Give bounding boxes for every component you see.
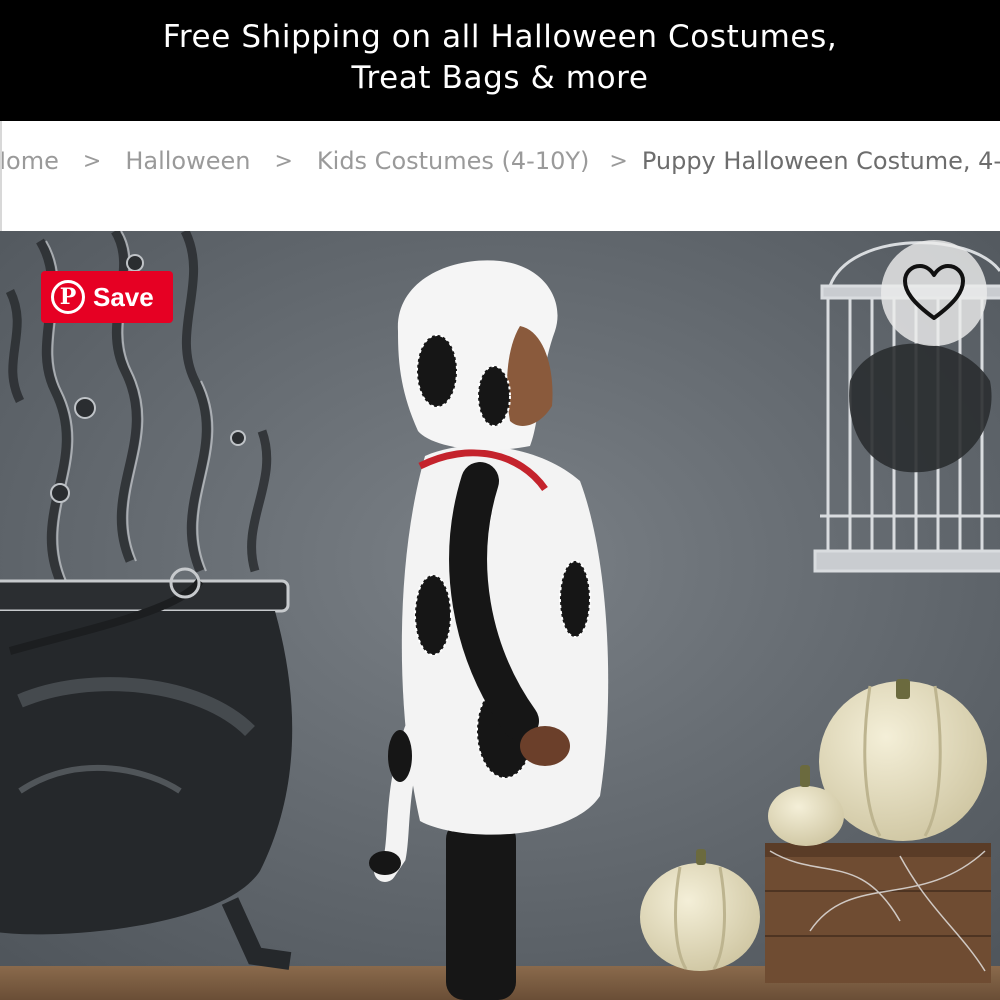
pinterest-save-button[interactable]: P Save bbox=[41, 271, 173, 323]
pinterest-icon: P bbox=[51, 280, 85, 314]
promo-line-1: Free Shipping on all Halloween Costumes, bbox=[162, 18, 838, 55]
wooden-crate bbox=[765, 843, 991, 983]
breadcrumb-current-product: Puppy Halloween Costume, 4-6 bbox=[641, 147, 1000, 175]
favorite-button[interactable] bbox=[881, 240, 987, 346]
promo-banner: Free Shipping on all Halloween Costumes,… bbox=[0, 0, 1000, 121]
breadcrumb-home[interactable]: Home bbox=[2, 147, 59, 175]
breadcrumb-separator: > bbox=[82, 148, 102, 174]
product-photo[interactable] bbox=[0, 231, 1000, 1000]
breadcrumb-halloween[interactable]: Halloween bbox=[125, 147, 250, 175]
breadcrumb-separator: > bbox=[609, 148, 628, 174]
breadcrumb-separator: > bbox=[274, 148, 293, 174]
breadcrumb-kids-costumes[interactable]: Kids Costumes (4-10Y) bbox=[317, 147, 589, 175]
breadcrumb: Home > Halloween > Kids Costumes (4-10Y)… bbox=[0, 121, 1000, 231]
save-label: Save bbox=[93, 281, 154, 312]
promo-line-2: Treat Bags & more bbox=[351, 59, 649, 96]
heart-outline-icon bbox=[903, 264, 965, 320]
